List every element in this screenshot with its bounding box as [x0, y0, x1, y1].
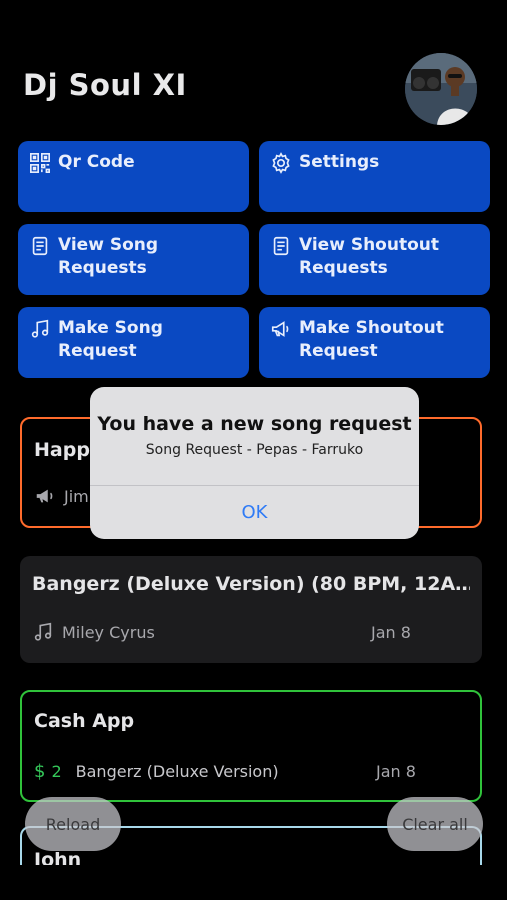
- requester-name: Jim: [64, 486, 89, 506]
- view-song-requests-button[interactable]: View Song Requests: [18, 224, 249, 295]
- view-shoutout-requests-label: View Shoutout Requests: [299, 235, 440, 278]
- settings-label: Settings: [299, 152, 380, 172]
- qr-code-button[interactable]: Qr Code: [18, 141, 249, 212]
- card-meta-row: Miley Cyrus Jan 8: [32, 621, 482, 643]
- gear-icon: [269, 151, 293, 175]
- page-title: Dj Soul XI: [23, 68, 187, 102]
- view-shoutout-requests-button[interactable]: View Shoutout Requests: [259, 224, 490, 295]
- alert-message: Song Request - Pepas - Farruko: [145, 442, 364, 458]
- qr-code-icon: [28, 151, 52, 175]
- song-title: Bangerz (Deluxe Version) (80 BPM, 12A…: [32, 573, 470, 595]
- music-note-icon: [28, 317, 52, 341]
- qr-code-label: Qr Code: [58, 152, 135, 172]
- make-shoutout-request-button[interactable]: Make Shoutout Request: [259, 307, 490, 378]
- payment-amount: 2: [51, 762, 62, 781]
- megaphone-icon: [34, 485, 56, 507]
- make-song-request-label: Make Song Request: [58, 318, 163, 361]
- settings-button[interactable]: Settings: [259, 141, 490, 212]
- reload-button[interactable]: Reload: [25, 797, 121, 851]
- alert-title: You have a new song request: [97, 413, 412, 435]
- song-name: Bangerz (Deluxe Version): [75, 762, 279, 781]
- clear-all-button[interactable]: Clear all: [387, 797, 483, 851]
- ok-button[interactable]: OK: [90, 486, 419, 539]
- artist-name: Miley Cyrus: [62, 622, 155, 642]
- song-request-card[interactable]: Bangerz (Deluxe Version) (80 BPM, 12A… M…: [20, 556, 482, 663]
- music-note-icon: [32, 621, 54, 643]
- card-title: Happ: [34, 439, 90, 461]
- payment-title: Cash App: [34, 710, 135, 732]
- avatar-image: [405, 53, 477, 125]
- alert-dialog: You have a new song request Song Request…: [90, 387, 419, 539]
- document-icon: [28, 234, 52, 258]
- megaphone-icon: [269, 317, 293, 341]
- make-song-request-button[interactable]: Make Song Request: [18, 307, 249, 378]
- dollar-icon: $: [34, 761, 46, 782]
- cash-app-card[interactable]: Cash App $ 2 Bangerz (Deluxe Version) Ja…: [20, 690, 482, 802]
- request-date: Jan 8: [371, 622, 411, 642]
- document-icon: [269, 234, 293, 258]
- avatar[interactable]: [405, 53, 477, 125]
- request-date: Jan 8: [376, 762, 416, 781]
- view-song-requests-label: View Song Requests: [58, 235, 159, 278]
- bottom-bar: [0, 865, 507, 900]
- make-shoutout-request-label: Make Shoutout Request: [299, 318, 444, 361]
- card-meta-row: $ 2 Bangerz (Deluxe Version) Jan 8: [34, 761, 480, 782]
